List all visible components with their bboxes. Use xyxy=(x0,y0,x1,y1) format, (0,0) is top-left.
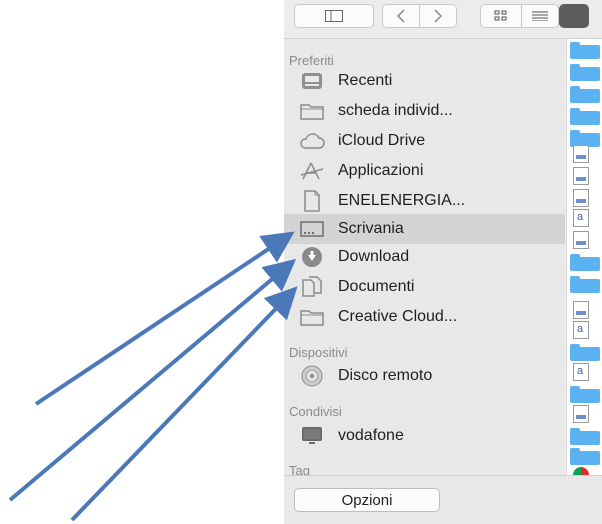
sidebar-item-label: vodafone xyxy=(338,427,404,444)
sidebar-item-documenti[interactable]: Documenti xyxy=(284,272,565,302)
chevron-left-icon xyxy=(397,9,405,23)
documents-icon xyxy=(298,276,326,298)
monitor-icon xyxy=(298,425,326,447)
arrow-to-scrivania xyxy=(34,231,295,406)
sidebar-item-label: Scrivania xyxy=(338,220,404,237)
folder-icon[interactable] xyxy=(570,386,600,403)
sidebar-item-download[interactable]: Download xyxy=(284,242,565,272)
arrow-to-download xyxy=(8,258,297,502)
file-list-column xyxy=(566,39,602,483)
file-icon[interactable] xyxy=(573,167,589,185)
sidebar-item-icloud[interactable]: iCloud Drive xyxy=(284,126,565,156)
folder-icon[interactable] xyxy=(570,86,600,103)
disc-icon xyxy=(298,365,326,387)
file-icon[interactable] xyxy=(573,209,589,227)
sidebar-toggle-button[interactable] xyxy=(294,4,374,28)
sidebar-item-label: Recenti xyxy=(338,72,393,89)
folder-icon[interactable] xyxy=(570,276,600,293)
forward-button[interactable] xyxy=(419,4,457,28)
folder-icon xyxy=(298,306,326,328)
sidebar-item-label: Applicazioni xyxy=(338,162,424,179)
cloud-icon xyxy=(298,130,326,152)
sidebar-item-disco-remoto[interactable]: Disco remoto xyxy=(284,361,565,391)
sidebar-item-creative-cloud[interactable]: Creative Cloud... xyxy=(284,302,565,332)
sidebar-item-scrivania[interactable]: Scrivania xyxy=(284,214,565,244)
file-icon[interactable] xyxy=(573,189,589,207)
sidebar-item-label: ENELENERGIA... xyxy=(338,192,466,209)
file-icon[interactable] xyxy=(573,363,589,381)
chevron-right-icon xyxy=(434,9,442,23)
back-button[interactable] xyxy=(382,4,420,28)
sidebar-item-label: Creative Cloud... xyxy=(338,308,458,325)
sidebar-item-label: Documenti xyxy=(338,278,415,295)
section-title-devices: Dispositivi xyxy=(289,345,348,360)
sidebar-item-recenti[interactable]: Recenti xyxy=(284,66,565,96)
sidebar-item-scheda[interactable]: scheda individ... xyxy=(284,96,565,126)
list-view-button[interactable] xyxy=(521,4,559,28)
arrow-to-documenti xyxy=(70,286,298,522)
sidebar-item-vodafone[interactable]: vodafone xyxy=(284,421,565,451)
folder-icon[interactable] xyxy=(570,344,600,361)
download-icon xyxy=(298,246,326,268)
sidebar-item-label: Download xyxy=(338,248,410,265)
sidebar: Preferiti Recenti scheda individ... iClo… xyxy=(284,39,565,478)
applications-icon xyxy=(298,160,326,182)
sidebar-item-enelenergia[interactable]: ENELENERGIA... xyxy=(284,186,565,216)
folder-icon[interactable] xyxy=(570,254,600,271)
folder-icon xyxy=(298,100,326,122)
folder-icon[interactable] xyxy=(570,428,600,445)
options-button[interactable]: Opzioni xyxy=(294,488,440,512)
file-icon[interactable] xyxy=(573,405,589,423)
sidebar-item-applicazioni[interactable]: Applicazioni xyxy=(284,156,565,186)
list-icon xyxy=(532,11,548,21)
finder-window: Preferiti Recenti scheda individ... iClo… xyxy=(284,0,602,524)
column-view-button[interactable] xyxy=(559,4,589,28)
file-icon[interactable] xyxy=(573,145,589,163)
desktop-icon xyxy=(298,218,326,240)
folder-icon[interactable] xyxy=(570,42,600,59)
folder-icon[interactable] xyxy=(570,108,600,125)
folder-icon[interactable] xyxy=(570,64,600,81)
file-icon[interactable] xyxy=(573,231,589,249)
bottom-bar: Opzioni xyxy=(284,475,602,524)
section-title-shared: Condivisi xyxy=(289,404,342,419)
grid-icon xyxy=(494,10,507,21)
sidebar-item-label: scheda individ... xyxy=(338,102,453,119)
recents-icon xyxy=(298,70,326,92)
sidebar-item-label: Disco remoto xyxy=(338,367,433,384)
file-icon[interactable] xyxy=(573,301,589,319)
file-icon[interactable] xyxy=(573,321,589,339)
sidebar-item-label: iCloud Drive xyxy=(338,132,426,149)
icon-view-button[interactable] xyxy=(480,4,522,28)
sidebar-icon xyxy=(325,10,343,22)
toolbar xyxy=(284,0,602,39)
document-icon xyxy=(298,190,326,212)
folder-icon[interactable] xyxy=(570,448,600,465)
